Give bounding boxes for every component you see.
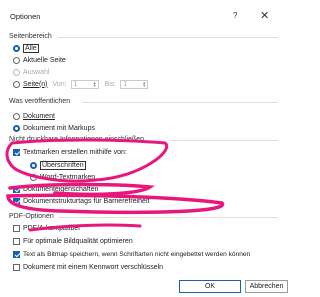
- from-spinner[interactable]: 1 ▲ ▼: [70, 79, 99, 89]
- radio-document-markup-label: Dokument mit Markups: [23, 124, 95, 132]
- checkbox-encrypt[interactable]: Dokument mit einem Kennwort verschlüssel…: [13, 262, 163, 272]
- radio-selection-label: Auswahl: [23, 68, 50, 76]
- section-divider: [58, 37, 278, 38]
- to-label: Bis:: [104, 80, 117, 88]
- checkbox[interactable]: [13, 250, 20, 258]
- cancel-button[interactable]: Abbrechen: [245, 280, 288, 293]
- section-divider: [170, 140, 278, 141]
- radio-all-label: Alle: [23, 43, 39, 53]
- checkbox-bitmap-label: Text als Bitmap speichern, wenn Schrifta…: [23, 250, 251, 258]
- to-value: 1: [123, 80, 128, 88]
- checkbox-structure-tags-label: Dokumentstrukturtags für Barrierefreihei…: [23, 197, 150, 205]
- section-divider: [58, 217, 278, 218]
- checkbox-properties[interactable]: Dokumenteigenschaften: [13, 184, 99, 194]
- radio-selection: Auswahl: [13, 67, 49, 77]
- checkbox[interactable]: [13, 224, 20, 232]
- ok-button[interactable]: OK: [179, 280, 241, 293]
- radio-button[interactable]: [13, 56, 20, 64]
- pdf-options-heading: PDF-Optionen: [9, 213, 54, 220]
- spinner-arrows-icon[interactable]: ▲ ▼: [142, 80, 146, 88]
- close-icon[interactable]: ✕: [260, 9, 269, 22]
- section-divider: [82, 102, 278, 103]
- publish-heading: Was veröffentlichen: [9, 98, 71, 105]
- checkbox[interactable]: [13, 148, 20, 156]
- radio-button[interactable]: [13, 112, 20, 120]
- radio-button[interactable]: [13, 44, 20, 52]
- nonprint-heading: Nicht druckbare Informationen einschließ…: [9, 136, 145, 143]
- radio-word-bookmarks-label: Word-Textmarken: [40, 173, 96, 181]
- spinner-arrows-icon[interactable]: ▲ ▼: [93, 80, 97, 88]
- radio-document-markup[interactable]: Dokument mit Markups: [13, 123, 95, 133]
- radio-all[interactable]: Alle: [13, 43, 39, 53]
- radio-button[interactable]: [30, 161, 37, 169]
- radio-current-page[interactable]: Aktuelle Seite: [13, 55, 66, 65]
- radio-button[interactable]: [13, 124, 20, 132]
- checkbox-bookmarks[interactable]: Textmarken erstellen mithilfe von:: [13, 147, 127, 157]
- page-range-heading: Seitenbereich: [9, 33, 52, 40]
- checkbox[interactable]: [13, 263, 20, 271]
- checkbox-bookmarks-label: Textmarken erstellen mithilfe von:: [23, 148, 127, 156]
- checkbox-pdfa-label: PDF/A-kompatibel: [23, 224, 80, 232]
- dialog-title: Optionen: [10, 12, 41, 21]
- radio-headings[interactable]: Überschriften: [30, 160, 86, 170]
- from-label: Von:: [52, 80, 67, 88]
- radio-current-label: Aktuelle Seite: [23, 56, 66, 64]
- radio-pages-label: Seite(n): [23, 80, 48, 88]
- checkbox-encrypt-label: Dokument mit einem Kennwort verschlüssel…: [23, 263, 164, 271]
- radio-button[interactable]: [30, 173, 37, 181]
- help-button[interactable]: ?: [233, 11, 237, 20]
- radio-word-bookmarks[interactable]: Word-Textmarken: [30, 172, 95, 182]
- checkbox-bitmap[interactable]: Text als Bitmap speichern, wenn Schrifta…: [13, 249, 250, 259]
- from-value: 1: [73, 80, 78, 88]
- checkbox[interactable]: [13, 237, 20, 245]
- radio-document[interactable]: Dokument: [13, 111, 55, 121]
- checkbox[interactable]: [13, 197, 20, 205]
- title-bar: Optionen ? ✕: [0, 0, 288, 30]
- checkbox[interactable]: [13, 185, 20, 193]
- checkbox-structure-tags[interactable]: Dokumentstrukturtags für Barrierefreihei…: [13, 196, 149, 206]
- radio-pages[interactable]: Seite(n) Von: 1 ▲ ▼ Bis: 1 ▲ ▼: [13, 79, 149, 89]
- checkbox-properties-label: Dokumenteigenschaften: [23, 185, 99, 193]
- radio-button[interactable]: [13, 80, 20, 88]
- radio-document-label: Dokument: [23, 112, 55, 120]
- radio-headings-label: Überschriften: [40, 160, 86, 170]
- checkbox-pdfa[interactable]: PDF/A-kompatibel: [13, 223, 80, 233]
- checkbox-optimize[interactable]: Für optimale Bildqualität optimieren: [13, 236, 133, 246]
- checkbox-optimize-label: Für optimale Bildqualität optimieren: [23, 237, 133, 245]
- radio-button: [13, 68, 20, 76]
- to-spinner[interactable]: 1 ▲ ▼: [120, 79, 149, 89]
